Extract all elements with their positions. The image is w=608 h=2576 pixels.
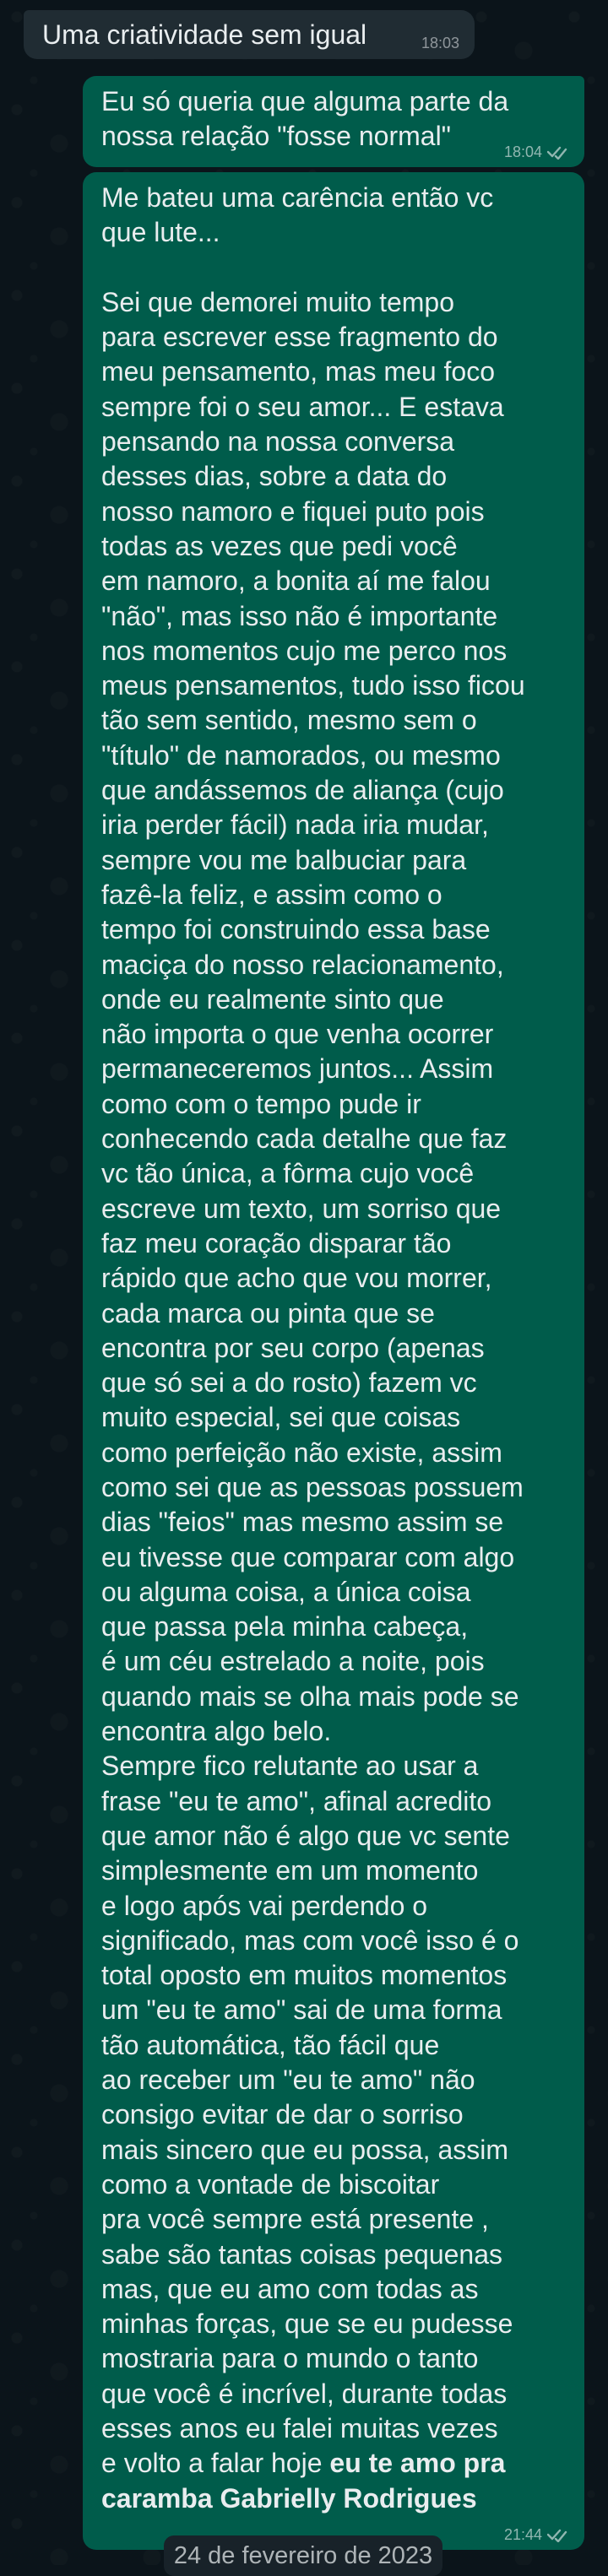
message-meta: 18:04 [504, 143, 571, 160]
outgoing-message[interactable]: Me bateu uma carência então vc que lute.… [83, 172, 584, 2550]
message-body: Me bateu uma carência então vc que lute.… [101, 182, 525, 2479]
double-check-icon [547, 2527, 571, 2542]
incoming-message[interactable]: Uma criatividade sem igual 18:03 [24, 10, 475, 59]
message-time: 21:44 [503, 2526, 542, 2543]
message-text: Uma criatividade sem igual [42, 19, 367, 50]
message-text: Me bateu uma carência então vc que lute.… [101, 181, 566, 2516]
outgoing-message[interactable]: Eu só queria que alguma parte da nossa r… [83, 76, 584, 167]
double-check-icon [547, 144, 571, 160]
chat-area[interactable]: Uma criatividade sem igual 18:03 Eu só q… [0, 0, 608, 2576]
message-meta: 21:44 [504, 2526, 571, 2543]
date-separator: 24 de fevereiro de 2023 [164, 2535, 442, 2576]
message-text: Eu só queria que alguma parte da nossa r… [101, 86, 509, 152]
message-time: 18:03 [421, 35, 459, 51]
message-time: 18:04 [503, 143, 542, 160]
message-meta: 18:03 [421, 35, 459, 51]
